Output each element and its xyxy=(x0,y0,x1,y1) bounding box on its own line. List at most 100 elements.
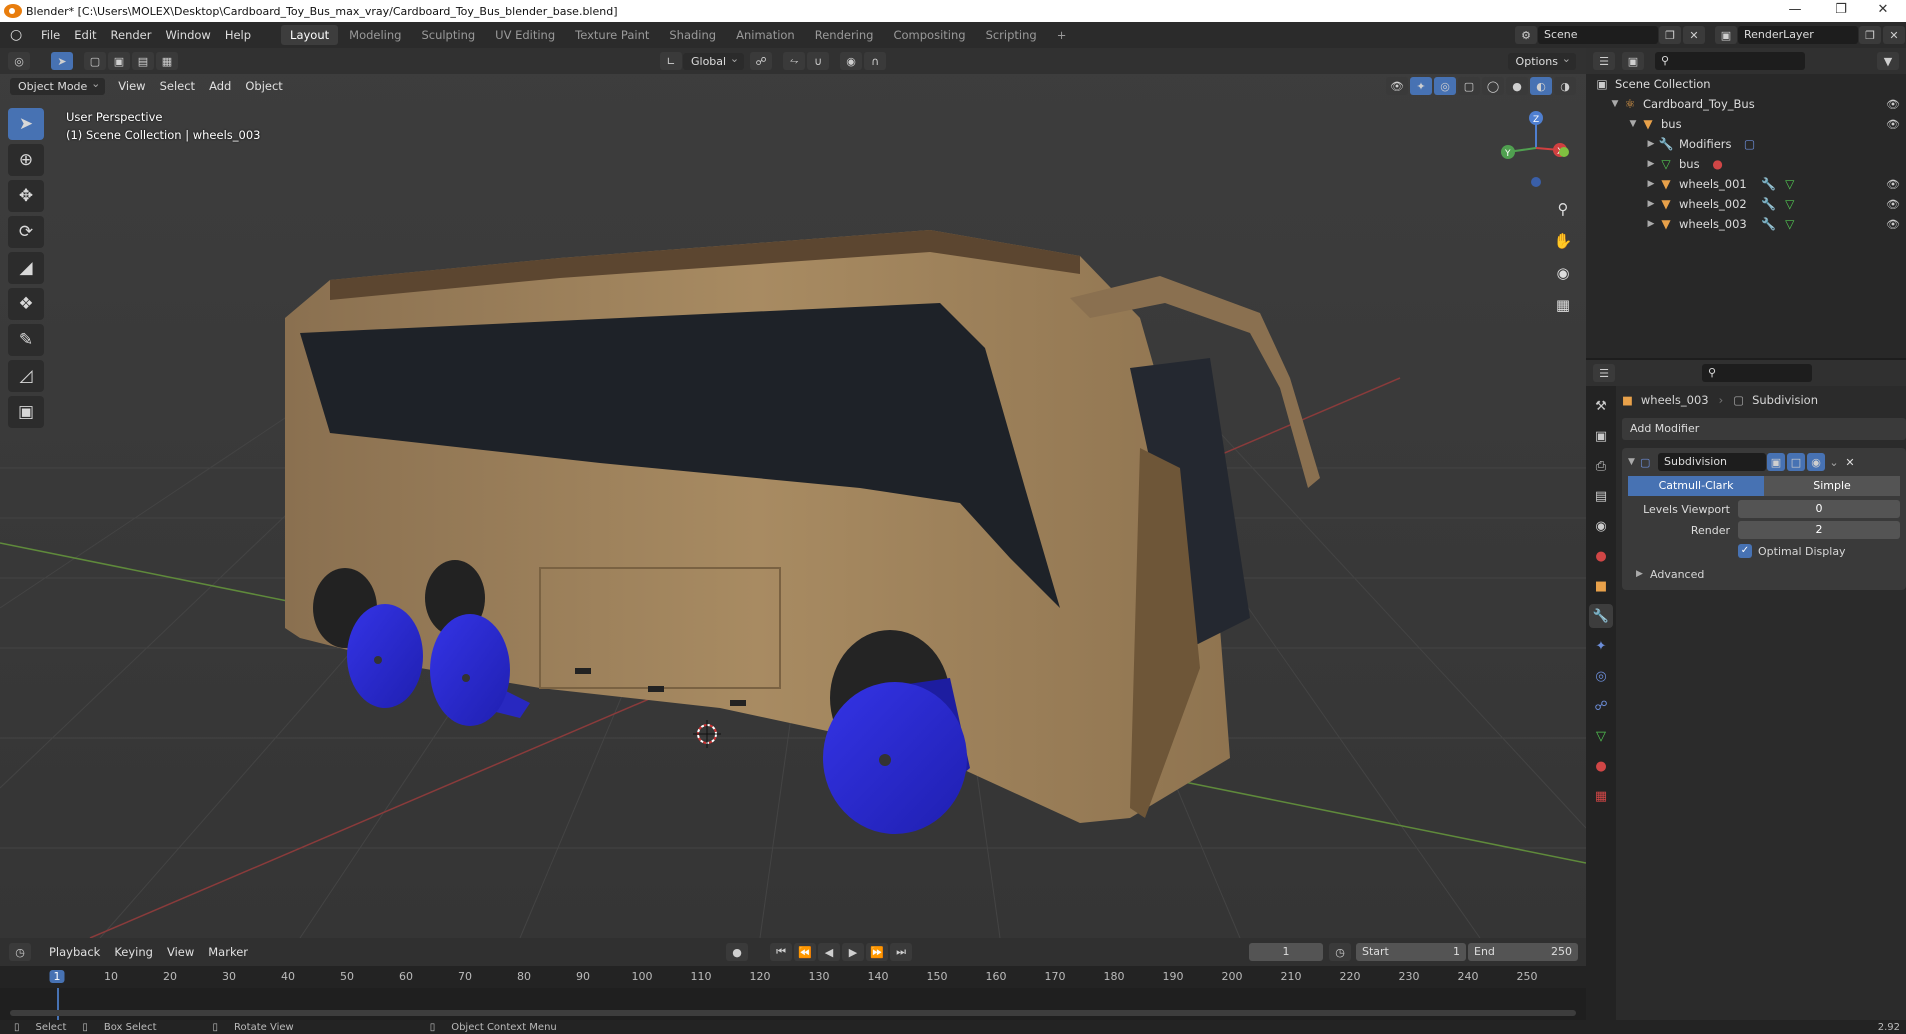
annotate-icon[interactable]: ✎ xyxy=(8,324,44,356)
tab-compositing[interactable]: Compositing xyxy=(884,25,974,45)
editor-type-icon[interactable]: ◎ xyxy=(8,52,30,70)
modifier-tab-icon[interactable]: 🔧 xyxy=(1589,604,1613,628)
tab-animation[interactable]: Animation xyxy=(727,25,804,45)
falloff-icon[interactable]: ∩ xyxy=(864,52,887,70)
outliner-row-collection[interactable]: ▼ ⚛ Cardboard_Toy_Bus 👁 xyxy=(1586,94,1906,114)
shading-solid-icon[interactable]: ● xyxy=(1506,77,1528,95)
tab-modeling[interactable]: Modeling xyxy=(340,25,410,45)
expand-arrow-icon[interactable]: ▶ xyxy=(1644,199,1658,209)
mode-dropdown[interactable]: Object Mode xyxy=(10,77,106,95)
outliner-search-input[interactable]: ⚲ xyxy=(1655,52,1805,70)
object-tab-icon[interactable]: ■ xyxy=(1589,574,1613,598)
wheel-002[interactable] xyxy=(430,614,510,726)
shading-material-icon[interactable]: ◐ xyxy=(1530,77,1552,95)
transform-orientation-dropdown[interactable]: Global xyxy=(683,52,745,70)
expand-arrow-icon[interactable]: ▼ xyxy=(1626,119,1640,129)
close-window-icon[interactable]: ✕ xyxy=(1860,0,1906,22)
modifier-name-field[interactable]: Subdivision xyxy=(1658,453,1766,471)
levels-viewport-field[interactable]: 0 xyxy=(1738,500,1900,518)
visibility-eye-icon[interactable]: 👁 xyxy=(1886,218,1900,231)
menu-help[interactable]: Help xyxy=(218,28,258,42)
rotate-icon[interactable]: ⟳ xyxy=(8,216,44,248)
start-frame-field[interactable]: Start 1 xyxy=(1356,943,1466,961)
gizmo-neg-z-icon[interactable] xyxy=(1531,177,1541,187)
minimize-icon[interactable]: — xyxy=(1772,0,1818,22)
render-layer-field[interactable]: RenderLayer xyxy=(1738,26,1858,44)
expand-arrow-icon[interactable]: ▶ xyxy=(1644,219,1658,229)
expand-arrow-icon[interactable]: ▶ xyxy=(1644,139,1658,149)
outliner-row-wheels-001[interactable]: ▶ ▼ wheels_001 🔧 ▽ 👁 xyxy=(1586,174,1906,194)
delete-layer-icon[interactable]: ✕ xyxy=(1883,26,1905,44)
simple-option[interactable]: Simple xyxy=(1764,476,1900,496)
scene-tab-icon[interactable]: ◉ xyxy=(1589,514,1613,538)
frame-ruler[interactable]: 1 10 20 30 40 50 60 70 80 90 100 110 120… xyxy=(0,966,1586,988)
zoom-icon[interactable]: ⚲ xyxy=(1550,196,1576,222)
timeline-track[interactable] xyxy=(0,988,1586,1020)
shading-wireframe-icon[interactable]: ◯ xyxy=(1482,77,1504,95)
visibility-eye-icon[interactable]: 👁 xyxy=(1886,198,1900,211)
expand-arrow-icon[interactable]: ▶ xyxy=(1644,159,1658,169)
timeline-editor-icon[interactable]: ◷ xyxy=(9,943,31,961)
physics-tab-icon[interactable]: ◎ xyxy=(1589,664,1613,688)
xray-icon[interactable]: ▢ xyxy=(1458,77,1480,95)
visibility-eye-icon[interactable]: 👁 xyxy=(1886,118,1900,131)
options-dropdown[interactable]: Options xyxy=(1507,52,1576,70)
scene-name-field[interactable]: Scene xyxy=(1538,26,1658,44)
select-tool-icon[interactable]: ➤ xyxy=(51,52,73,70)
select-mode-subtract-icon[interactable]: ▤ xyxy=(132,52,154,70)
outliner-row-modifiers[interactable]: ▶ 🔧 Modifiers ▢ xyxy=(1586,134,1906,154)
properties-search-input[interactable]: ⚲ xyxy=(1702,364,1812,382)
delete-scene-icon[interactable]: ✕ xyxy=(1683,26,1705,44)
prev-keyframe-icon[interactable]: ⏪ xyxy=(794,943,817,961)
view-layer-tab-icon[interactable]: ▤ xyxy=(1589,484,1613,508)
visibility-eye-icon[interactable]: 👁 xyxy=(1886,178,1900,191)
menu-select[interactable]: Select xyxy=(153,77,202,95)
play-icon[interactable]: ▶ xyxy=(842,943,865,961)
material-tab-icon[interactable]: ● xyxy=(1589,754,1613,778)
menu-file[interactable]: File xyxy=(34,28,67,42)
select-box-icon[interactable]: ➤ xyxy=(8,108,44,140)
menu-playback[interactable]: Playback xyxy=(42,943,107,961)
gizmo-toggle-icon[interactable]: ✦ xyxy=(1410,77,1432,95)
collapse-arrow-icon[interactable]: ▼ xyxy=(1628,457,1640,467)
timeline-scrollbar[interactable] xyxy=(10,1010,1576,1016)
overlay-toggle-icon[interactable]: ◎ xyxy=(1434,77,1456,95)
realtime-toggle-icon[interactable]: □ xyxy=(1787,453,1805,471)
edit-mode-toggle-icon[interactable]: ▣ xyxy=(1767,453,1785,471)
menu-render[interactable]: Render xyxy=(104,28,159,42)
expand-arrow-icon[interactable]: ▼ xyxy=(1608,99,1622,109)
current-frame-field[interactable]: 1 xyxy=(1249,943,1323,961)
outliner-row-bus[interactable]: ▼ ▼ bus 👁 xyxy=(1586,114,1906,134)
view-layer-icon[interactable]: ▣ xyxy=(1715,26,1737,44)
particles-tab-icon[interactable]: ✦ xyxy=(1589,634,1613,658)
tab-sculpting[interactable]: Sculpting xyxy=(412,25,484,45)
preview-range-icon[interactable]: ◷ xyxy=(1329,943,1351,961)
render-tab-icon[interactable]: ▣ xyxy=(1589,424,1613,448)
outliner-row-wheels-003[interactable]: ▶ ▼ wheels_003 🔧 ▽ 👁 xyxy=(1586,214,1906,234)
transform-icon[interactable]: ❖ xyxy=(8,288,44,320)
wheel-003[interactable] xyxy=(823,682,967,834)
snap-icon[interactable]: ⥊ xyxy=(783,52,806,70)
new-scene-icon[interactable]: ❐ xyxy=(1659,26,1681,44)
menu-timeline-view[interactable]: View xyxy=(160,943,201,961)
render-levels-field[interactable]: 2 xyxy=(1738,521,1900,539)
catmull-clark-option[interactable]: Catmull-Clark xyxy=(1628,476,1764,496)
display-mode-icon[interactable]: ▣ xyxy=(1622,52,1644,70)
menu-add[interactable]: Add xyxy=(202,77,238,95)
outliner-editor-icon[interactable]: ☰ xyxy=(1593,52,1615,70)
tab-rendering[interactable]: Rendering xyxy=(806,25,883,45)
outliner-row-wheels-002[interactable]: ▶ ▼ wheels_002 🔧 ▽ 👁 xyxy=(1586,194,1906,214)
tab-scripting[interactable]: Scripting xyxy=(977,25,1046,45)
end-frame-field[interactable]: End 250 xyxy=(1468,943,1578,961)
wheel-001[interactable] xyxy=(347,604,423,708)
advanced-subpanel[interactable]: ▶ Advanced xyxy=(1622,564,1906,584)
visibility-icon[interactable]: 👁 xyxy=(1386,77,1408,95)
world-tab-icon[interactable]: ● xyxy=(1589,544,1613,568)
add-modifier-button[interactable]: Add Modifier xyxy=(1622,418,1906,440)
playhead[interactable]: 1 xyxy=(49,970,65,983)
menu-object[interactable]: Object xyxy=(238,77,289,95)
menu-window[interactable]: Window xyxy=(158,28,217,42)
select-mode-new-icon[interactable]: ▢ xyxy=(84,52,106,70)
next-keyframe-icon[interactable]: ⏩ xyxy=(866,943,889,961)
transform-orientation-icon[interactable]: ∟ xyxy=(660,52,682,70)
